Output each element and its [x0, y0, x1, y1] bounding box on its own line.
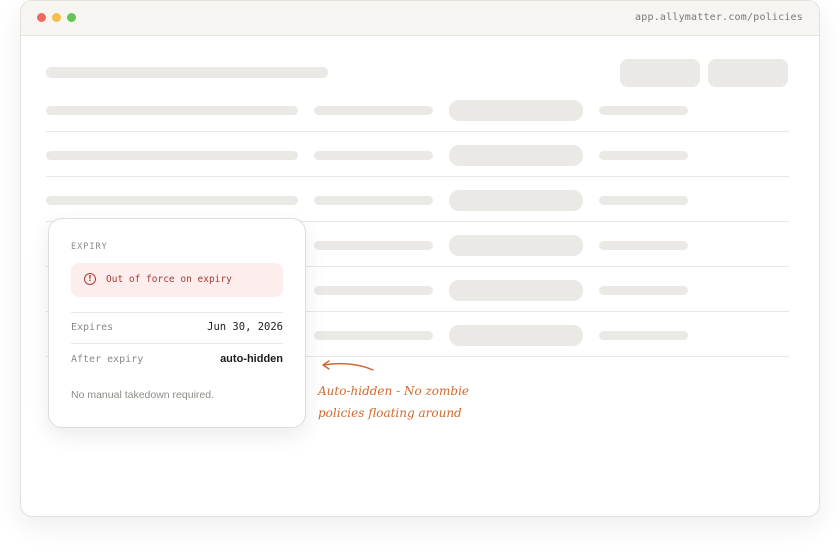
window-titlebar: app.allymatter.com/policies — [21, 1, 819, 36]
expiry-section-label: EXPIRY — [71, 242, 108, 252]
minimize-window-dot[interactable] — [52, 13, 61, 22]
page-title-skeleton — [46, 67, 328, 78]
table-cell-skeleton — [314, 241, 433, 250]
annotation-line: Auto-hidden - No zombie — [318, 384, 470, 398]
table-cell-skeleton — [46, 106, 298, 115]
table-cell-skeleton — [314, 331, 433, 340]
table-pill-skeleton — [449, 325, 583, 346]
table-cell-skeleton — [314, 196, 433, 205]
table-cell-skeleton — [599, 196, 688, 205]
table-pill-skeleton — [449, 190, 583, 211]
toolbar-button-skeleton — [708, 59, 788, 87]
annotation-arrow-icon — [322, 360, 374, 371]
expires-value: Jun 30, 2026 — [207, 321, 283, 333]
expiry-alert: ! Out of force on expiry — [71, 263, 283, 297]
table-cell-skeleton — [46, 196, 298, 205]
close-window-dot[interactable] — [37, 13, 46, 22]
expiry-card: EXPIRY ! Out of force on expiry Expires … — [48, 218, 306, 428]
annotation-note: Auto-hidden - No zombie policies floatin… — [318, 380, 469, 424]
after-expiry-value: auto-hidden — [220, 353, 283, 365]
table-pill-skeleton — [449, 235, 583, 256]
table-cell-skeleton — [314, 151, 433, 160]
table-cell-skeleton — [599, 241, 688, 250]
address-bar-url[interactable]: app.allymatter.com/policies — [635, 12, 803, 23]
table-cell-skeleton — [314, 106, 433, 115]
table-pill-skeleton — [449, 100, 583, 121]
table-row-divider — [46, 176, 789, 177]
after-expiry-label: After expiry — [71, 354, 144, 365]
table-cell-skeleton — [599, 106, 688, 115]
table-pill-skeleton — [449, 145, 583, 166]
maximize-window-dot[interactable] — [67, 13, 76, 22]
table-row-divider — [46, 131, 789, 132]
expires-label: Expires — [71, 322, 114, 333]
card-divider — [71, 343, 283, 344]
annotation-line: policies floating around — [318, 406, 462, 420]
table-pill-skeleton — [449, 280, 583, 301]
table-cell-skeleton — [599, 286, 688, 295]
table-cell-skeleton — [599, 331, 688, 340]
card-divider — [71, 312, 283, 313]
table-cell-skeleton — [314, 286, 433, 295]
alert-circle-icon: ! — [84, 273, 96, 285]
expiry-alert-text: Out of force on expiry — [106, 274, 232, 285]
toolbar-button-skeleton — [620, 59, 700, 87]
expiry-footnote: No manual takedown required. — [71, 389, 215, 401]
table-cell-skeleton — [599, 151, 688, 160]
table-cell-skeleton — [46, 151, 298, 160]
